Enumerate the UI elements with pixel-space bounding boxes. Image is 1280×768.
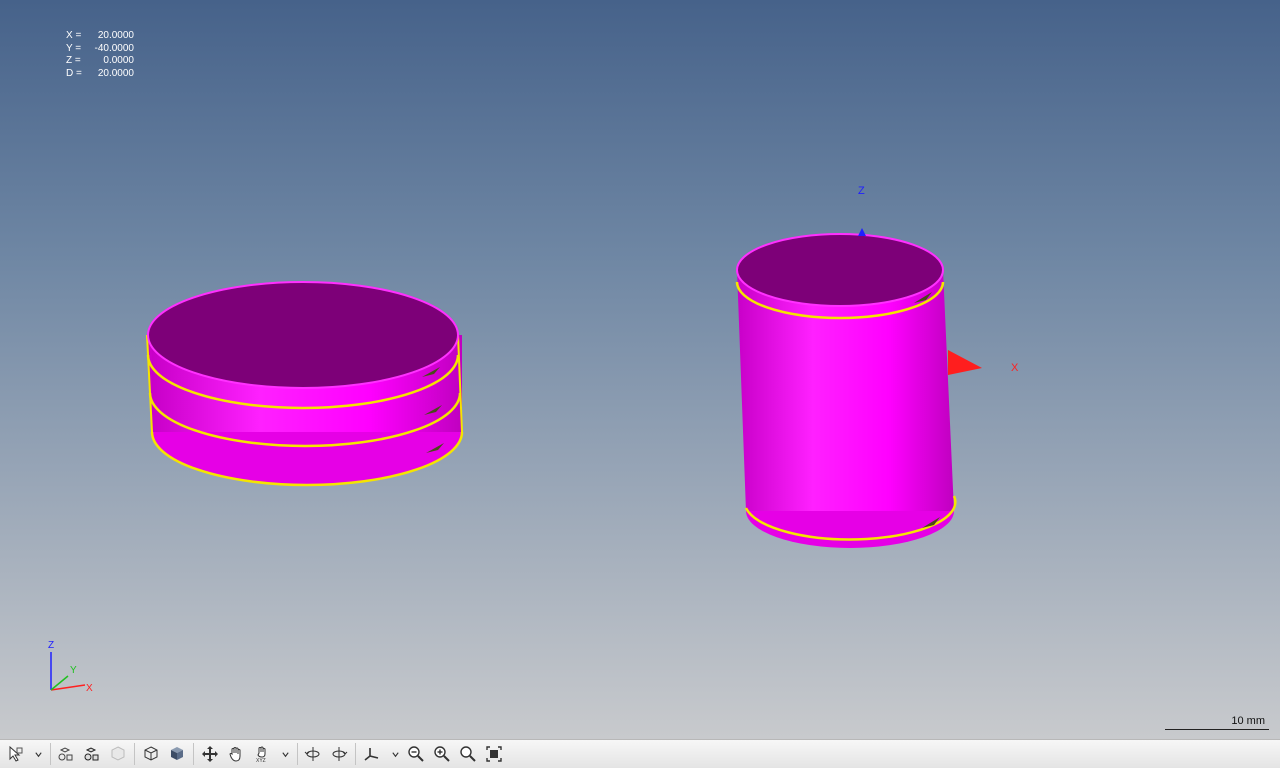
wireframe-icon[interactable] — [140, 743, 162, 765]
x-axis-arrow-icon — [948, 350, 982, 375]
chevron-down-icon[interactable] — [279, 743, 291, 765]
svg-text:XYZ: XYZ — [256, 758, 266, 763]
axis-triad — [50, 652, 86, 691]
zoom-out-icon[interactable] — [405, 743, 427, 765]
scale-bar-label: 10 mm — [1231, 715, 1265, 727]
short-cylinder-top-face[interactable] — [147, 281, 459, 389]
triad-z-label: Z — [48, 640, 55, 651]
select-icon[interactable] — [5, 743, 27, 765]
zoom-in-icon[interactable] — [431, 743, 453, 765]
hand-icon[interactable] — [225, 743, 247, 765]
model-x-axis-label: X — [1011, 362, 1019, 374]
model-z-axis-label: Z — [858, 185, 865, 197]
isolate-icon[interactable] — [107, 743, 129, 765]
chevron-down-icon[interactable] — [389, 743, 401, 765]
rotate-left-icon[interactable] — [302, 743, 324, 765]
axes-icon[interactable] — [361, 743, 383, 765]
shaded-icon[interactable] — [166, 743, 188, 765]
short-cylinder[interactable] — [146, 281, 464, 487]
rotate-xyz-icon[interactable]: XYZ — [251, 743, 273, 765]
tall-cylinder[interactable] — [735, 228, 982, 548]
show-icon[interactable] — [81, 743, 103, 765]
z-axis-arrow-icon — [858, 228, 866, 236]
triad-x-label: X — [86, 683, 93, 694]
zoom-window-icon[interactable] — [457, 743, 479, 765]
view-toolbar: XYZ — [0, 739, 1280, 768]
chevron-down-icon[interactable] — [32, 743, 44, 765]
hide-icon[interactable] — [55, 743, 77, 765]
scene-canvas[interactable] — [0, 0, 1280, 739]
scale-bar: 10 mm — [1165, 715, 1269, 730]
fit-icon[interactable] — [483, 743, 505, 765]
3d-viewport[interactable]: X = 20.0000 Y = -40.0000 Z = 0.0000 D = 20.0… — [0, 0, 1280, 739]
triad-y-label: Y — [70, 665, 77, 676]
pan-icon[interactable] — [199, 743, 221, 765]
tall-cylinder-top-face[interactable] — [736, 233, 944, 307]
rotate-right-icon[interactable] — [328, 743, 350, 765]
